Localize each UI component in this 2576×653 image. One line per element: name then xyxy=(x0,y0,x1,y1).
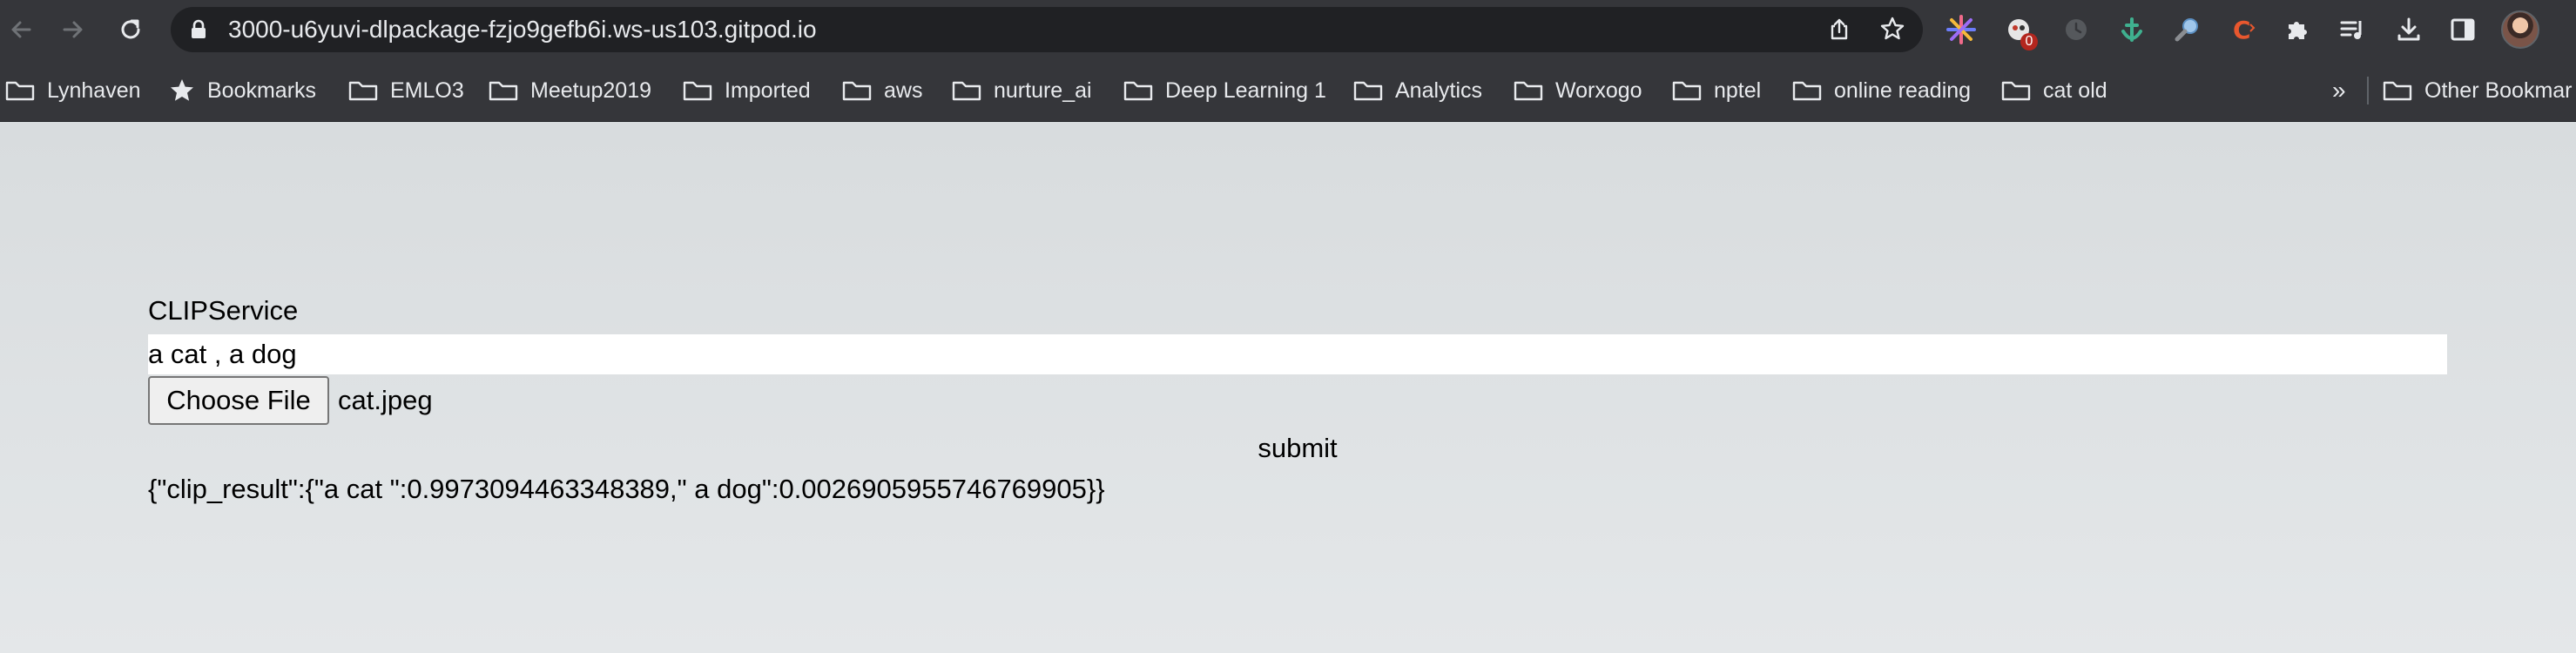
clock-extension-icon[interactable] xyxy=(2059,12,2094,47)
bookmark-analytics[interactable]: Analytics xyxy=(1353,59,1482,122)
bookmark-other-bookmarks[interactable]: Other Bookmar xyxy=(2383,59,2573,122)
more-bookmarks-button[interactable]: » xyxy=(2332,59,2346,122)
forward-button[interactable] xyxy=(56,12,91,47)
star-icon xyxy=(171,79,193,101)
svg-text:C: C xyxy=(2233,16,2251,44)
bookmark-nurture-ai[interactable]: nurture_ai xyxy=(952,59,1092,122)
arrow-right-icon xyxy=(63,21,83,38)
bookmark-label: Lynhaven xyxy=(47,77,141,103)
bookmark-label: online reading xyxy=(1834,77,1972,103)
download-icon[interactable] xyxy=(2391,12,2426,47)
bookmark-label: cat old xyxy=(2043,77,2107,103)
bookmark-imported[interactable]: Imported xyxy=(683,59,811,122)
folder-icon xyxy=(1672,81,1702,101)
folder-icon xyxy=(348,81,378,101)
folder-icon xyxy=(2001,81,2031,101)
reload-button[interactable] xyxy=(113,12,148,47)
share-icon[interactable] xyxy=(1827,17,1851,46)
media-playlist-icon[interactable] xyxy=(2336,12,2370,47)
folder-icon xyxy=(1514,81,1543,101)
back-button[interactable] xyxy=(3,12,38,47)
folder-icon xyxy=(2383,81,2412,101)
bookmark-label: Deep Learning 1 xyxy=(1165,77,1326,103)
bookmark-emlo3[interactable]: EMLO3 xyxy=(348,59,464,122)
extension-badge: 0 xyxy=(2020,33,2038,50)
folder-icon xyxy=(842,81,872,101)
bookmark-label: nptel xyxy=(1714,77,1762,103)
bookmark-label: EMLO3 xyxy=(390,77,464,103)
bookmark-meetup2019[interactable]: Meetup2019 xyxy=(489,59,651,122)
url-text[interactable]: 3000-u6yuvi-dlpackage-fzjo9gefb6i.ws-us1… xyxy=(228,7,817,52)
bookmark-label: Meetup2019 xyxy=(530,77,652,103)
arrow-left-icon xyxy=(11,21,31,38)
bookmark-label: Bookmarks xyxy=(207,77,317,103)
folder-icon xyxy=(1353,81,1383,101)
bookmark-bookmarks[interactable]: Bookmarks xyxy=(169,59,316,122)
side-panel-icon[interactable] xyxy=(2445,12,2480,47)
choose-file-button[interactable]: Choose File xyxy=(148,376,329,425)
reload-icon xyxy=(121,19,140,39)
bookmark-cat-old[interactable]: cat old xyxy=(2001,59,2107,122)
folder-icon xyxy=(952,81,981,101)
sparkle-extension-icon[interactable] xyxy=(1944,12,1979,47)
bookmark-aws[interactable]: aws xyxy=(842,59,922,122)
ghost-extension-icon[interactable]: 0 xyxy=(2001,12,2038,50)
bookmarks-divider xyxy=(2367,77,2369,104)
prompt-text-input[interactable] xyxy=(148,334,2447,374)
bookmark-star-icon[interactable] xyxy=(1879,16,1905,46)
anchor-extension-icon[interactable] xyxy=(2114,12,2149,47)
folder-icon xyxy=(1123,81,1153,101)
submit-button[interactable]: submit xyxy=(1237,430,1359,467)
bookmark-label: Imported xyxy=(725,77,811,103)
bookmark-label: Worxogo xyxy=(1555,77,1642,103)
bookmark-label: Other Bookmar xyxy=(2424,77,2573,103)
lock-icon[interactable] xyxy=(190,19,207,44)
bookmark-worxogo[interactable]: Worxogo xyxy=(1514,59,1642,122)
bookmark-nptel[interactable]: nptel xyxy=(1672,59,1761,122)
page-title: CLIPService xyxy=(148,295,299,326)
bookmark-lynhaven[interactable]: Lynhaven xyxy=(5,59,141,122)
bookmark-deep-learning-1[interactable]: Deep Learning 1 xyxy=(1123,59,1326,122)
folder-icon xyxy=(683,81,712,101)
magnifier-extension-icon[interactable] xyxy=(2170,12,2205,47)
address-bar[interactable]: 3000-u6yuvi-dlpackage-fzjo9gefb6i.ws-us1… xyxy=(171,7,1923,52)
bookmark-label: Analytics xyxy=(1395,77,1483,103)
folder-icon xyxy=(5,81,35,101)
bookmark-label: aws xyxy=(884,77,923,103)
profile-avatar[interactable] xyxy=(2501,10,2539,49)
folder-icon xyxy=(1792,81,1822,101)
bookmark-label: nurture_ai xyxy=(994,77,1092,103)
clip-result-text: {"clip_result":{"a cat ":0.9973094463348… xyxy=(148,474,1105,504)
browser-toolbar: 3000-u6yuvi-dlpackage-fzjo9gefb6i.ws-us1… xyxy=(0,0,2576,59)
selected-file-name: cat.jpeg xyxy=(338,385,433,415)
c-extension-icon[interactable]: C xyxy=(2226,12,2261,47)
folder-icon xyxy=(489,81,518,101)
bookmarks-bar: Lynhaven Bookmarks EMLO3 Meetup2019 Impo… xyxy=(0,59,2576,122)
bookmark-online-reading[interactable]: online reading xyxy=(1792,59,1971,122)
extensions-puzzle-icon[interactable] xyxy=(2280,12,2315,47)
